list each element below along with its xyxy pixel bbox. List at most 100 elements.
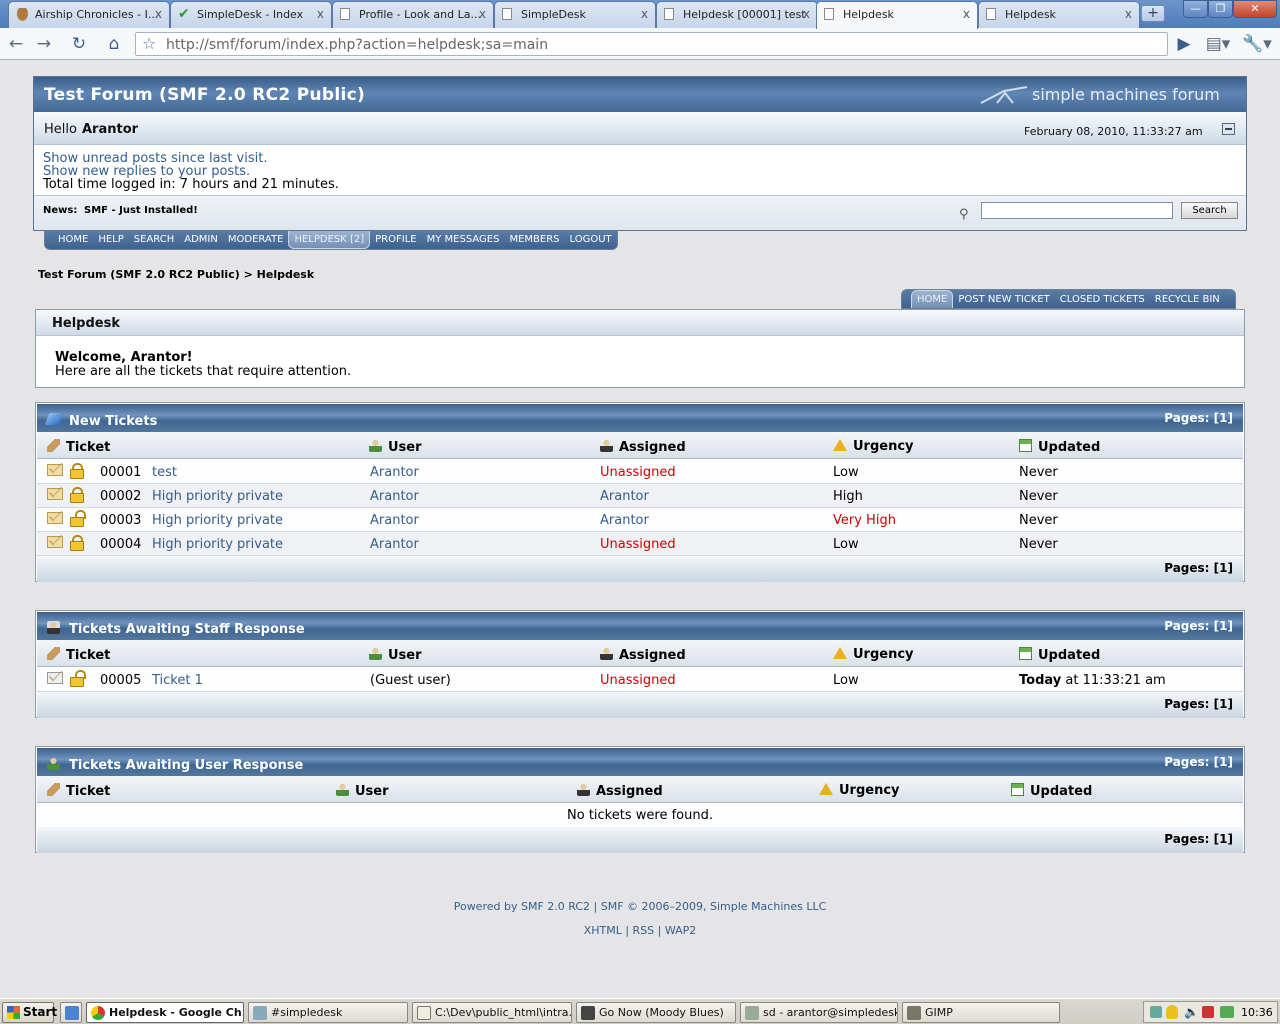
page-menu-icon[interactable]: ▤▾ — [1205, 33, 1231, 55]
ticket-user[interactable]: Arantor — [370, 537, 419, 552]
col-updated[interactable]: Updated — [1038, 648, 1100, 663]
ticket-assigned[interactable]: Arantor — [600, 513, 649, 528]
taskbar-item-chrome[interactable]: Helpdesk - Google Ch... — [86, 1002, 244, 1023]
menu-home[interactable]: HOME — [53, 231, 93, 249]
tab-profile[interactable]: Profile - Look and La... x — [332, 1, 494, 28]
col-assigned[interactable]: Assigned — [596, 784, 663, 799]
taskbar-item-ssh[interactable]: sd - arantor@simpledesk... — [740, 1002, 898, 1023]
ticket-user[interactable]: Arantor — [370, 465, 419, 480]
menu-search[interactable]: SEARCH — [129, 231, 179, 249]
close-icon[interactable]: x — [641, 7, 648, 21]
pages-value[interactable]: [1] — [1214, 619, 1233, 633]
taskbar-item-gimp[interactable]: GIMP — [902, 1002, 1060, 1023]
search-button[interactable]: Search — [1181, 202, 1238, 219]
taskbar-item-irc[interactable]: #simpledesk — [248, 1002, 408, 1023]
pages-value[interactable]: [1] — [1214, 755, 1233, 769]
tab-helpdesk-active[interactable]: Helpdesk x — [816, 1, 978, 29]
nvidia-icon[interactable] — [1220, 1006, 1234, 1018]
taskbar-item-editor[interactable]: C:\Dev\public_html\intra... — [412, 1002, 572, 1023]
ticket-user[interactable]: Arantor — [370, 489, 419, 504]
new-tab-button[interactable]: + — [1141, 5, 1165, 22]
menu-my-messages[interactable]: MY MESSAGES — [422, 231, 505, 249]
go-icon[interactable]: ▶ — [1172, 33, 1196, 55]
ticket-subject[interactable]: High priority private — [152, 537, 283, 552]
ticket-subject[interactable]: High priority private — [152, 489, 283, 504]
clock[interactable]: 10:36 — [1241, 1006, 1273, 1019]
back-icon[interactable]: ← — [4, 33, 28, 55]
pages-value[interactable]: [1] — [1214, 832, 1233, 846]
close-icon[interactable]: x — [1125, 7, 1132, 21]
pages-value[interactable]: [1] — [1214, 561, 1233, 575]
ticket-assigned[interactable]: Arantor — [600, 489, 649, 504]
col-user[interactable]: User — [388, 440, 422, 455]
close-icon[interactable]: x — [803, 7, 810, 21]
menu-moderate[interactable]: MODERATE — [223, 231, 289, 249]
close-icon[interactable]: x — [963, 7, 970, 21]
col-updated[interactable]: Updated — [1030, 784, 1092, 799]
tray-app-icon[interactable] — [1202, 1006, 1214, 1018]
pages-value[interactable]: [1] — [1214, 697, 1233, 711]
search-input[interactable] — [981, 202, 1173, 219]
star-icon[interactable]: ☆ — [142, 34, 156, 53]
xhtml-link[interactable]: XHTML — [584, 924, 622, 937]
collapse-icon[interactable] — [1222, 123, 1235, 135]
tab-airship[interactable]: Airship Chronicles - I... x — [8, 1, 170, 28]
ticket-subject[interactable]: test — [152, 465, 177, 480]
start-button[interactable]: Start — [2, 1002, 57, 1023]
col-ticket[interactable]: Ticket — [66, 440, 110, 455]
address-bar[interactable]: ☆ http://smf/forum/index.php?action=help… — [135, 32, 1168, 56]
menu-profile[interactable]: PROFILE — [370, 231, 421, 249]
table-row[interactable]: 00003 High priority private Arantor Aran… — [37, 508, 1243, 532]
ticket-subject[interactable]: High priority private — [152, 513, 283, 528]
col-ticket[interactable]: Ticket — [66, 648, 110, 663]
tab-simpledesk[interactable]: SimpleDesk x — [494, 1, 656, 28]
menu-help[interactable]: HELP — [93, 231, 128, 249]
ticket-user[interactable]: Arantor — [370, 513, 419, 528]
quicklaunch-ie-icon[interactable] — [60, 1002, 82, 1023]
volume-icon[interactable]: 🔈 — [1184, 1005, 1199, 1019]
table-row[interactable]: 00005 Ticket 1 (Guest user) Unassigned L… — [37, 668, 1243, 692]
table-row[interactable]: 00002 High priority private Arantor Aran… — [37, 484, 1243, 508]
pages-value[interactable]: [1] — [1214, 411, 1233, 425]
col-user[interactable]: User — [355, 784, 389, 799]
rss-link[interactable]: RSS — [633, 924, 655, 937]
table-row[interactable]: 00004 High priority private Arantor Unas… — [37, 532, 1243, 556]
minimize-button[interactable]: — — [1183, 0, 1208, 18]
col-ticket[interactable]: Ticket — [66, 784, 110, 799]
close-icon[interactable]: x — [155, 7, 162, 21]
close-icon[interactable]: x — [317, 7, 324, 21]
menu-logout[interactable]: LOGOUT — [565, 231, 617, 249]
col-assigned[interactable]: Assigned — [619, 440, 686, 455]
menu-admin[interactable]: ADMIN — [179, 231, 223, 249]
col-urgency[interactable]: Urgency — [853, 647, 914, 662]
ticket-subject[interactable]: Ticket 1 — [152, 673, 203, 688]
taskbar-item-music[interactable]: Go Now (Moody Blues) — [576, 1002, 736, 1023]
tab-helpdesk-2[interactable]: Helpdesk x — [978, 1, 1140, 28]
maximize-button[interactable]: ❐ — [1208, 0, 1233, 18]
hd-menu-recycle-bin[interactable]: RECYCLE BIN — [1150, 291, 1225, 309]
menu-helpdesk[interactable]: HELPDESK [2] — [288, 231, 371, 249]
col-urgency[interactable]: Urgency — [853, 439, 914, 454]
wap2-link[interactable]: WAP2 — [665, 924, 696, 937]
reload-icon[interactable]: ↻ — [67, 33, 91, 55]
security-shield-icon[interactable] — [1166, 1005, 1178, 1019]
hd-menu-post-new-ticket[interactable]: POST NEW TICKET — [953, 291, 1054, 309]
hd-menu-home[interactable]: HOME — [911, 290, 954, 308]
menu-members[interactable]: MEMBERS — [504, 231, 564, 249]
hd-menu-closed-tickets[interactable]: CLOSED TICKETS — [1055, 291, 1150, 309]
breadcrumb-root[interactable]: Test Forum (SMF 2.0 RC2 Public) — [38, 268, 240, 281]
forward-icon[interactable]: → — [32, 33, 56, 55]
col-user[interactable]: User — [388, 648, 422, 663]
close-icon[interactable]: x — [479, 7, 486, 21]
col-urgency[interactable]: Urgency — [839, 783, 900, 798]
network-icon[interactable] — [1150, 1006, 1162, 1018]
col-updated[interactable]: Updated — [1038, 440, 1100, 455]
col-assigned[interactable]: Assigned — [619, 648, 686, 663]
home-icon[interactable]: ⌂ — [102, 33, 126, 55]
close-window-button[interactable]: ✕ — [1233, 0, 1277, 18]
table-row[interactable]: 00001 test Arantor Unassigned Low Never — [37, 460, 1243, 484]
breadcrumb-current[interactable]: Helpdesk — [257, 268, 315, 281]
tab-simpledesk-index[interactable]: ✔ SimpleDesk - Index x — [170, 1, 332, 28]
wrench-icon[interactable]: 🔧▾ — [1241, 33, 1273, 55]
tab-helpdesk-ticket[interactable]: Helpdesk [00001] test x — [656, 1, 818, 28]
